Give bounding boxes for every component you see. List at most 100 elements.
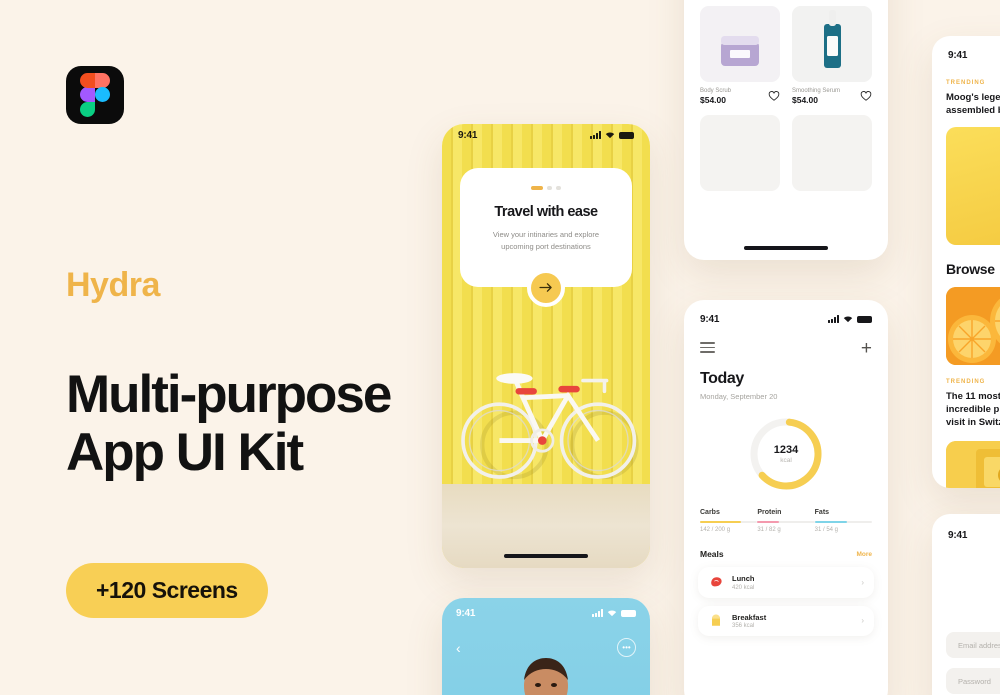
pagination-dot-1[interactable] bbox=[531, 186, 543, 190]
macro-item: Fats 31 / 54 g bbox=[814, 509, 872, 533]
macro-progress bbox=[757, 521, 780, 523]
onboarding-subtitle-line-2: upcoming port destinations bbox=[501, 241, 591, 251]
onboarding-title: Travel with ease bbox=[494, 203, 598, 220]
status-time: 9:41 bbox=[948, 529, 968, 541]
status-bar: 9:41 bbox=[442, 124, 650, 146]
macro-item: Carbs 142 / 200 g bbox=[700, 509, 758, 533]
orange-slices-image[interactable] bbox=[946, 287, 1000, 365]
hamburger-icon[interactable] bbox=[700, 342, 715, 356]
login-phone: 9:41 Email address Password bbox=[932, 514, 1000, 695]
product-name: Smoothing Serum bbox=[792, 87, 841, 94]
onboarding-card: Travel with ease View your intinaries an… bbox=[460, 168, 632, 307]
page-title: Today bbox=[700, 370, 744, 387]
product-card[interactable]: Body Scrub $54.00 bbox=[700, 5, 780, 105]
article-2-headline-line-2: incredible plac bbox=[946, 404, 1000, 415]
figma-logo-icon bbox=[66, 66, 124, 124]
page-title: Multi-purpose App UI Kit bbox=[66, 366, 496, 482]
article-2-headline-line-3: visit in Switzerl bbox=[946, 417, 1000, 428]
meal-name: Breakfast bbox=[732, 612, 767, 622]
yellow-door-image[interactable] bbox=[946, 441, 1000, 488]
article-headline-line-2: assembled by h bbox=[946, 105, 1000, 116]
status-bar: 9:41 bbox=[684, 308, 888, 330]
trending-articles-phone: 9:41 TRENDING Moog's legenda assembled b… bbox=[932, 36, 1000, 488]
macro-progress bbox=[814, 521, 848, 523]
article-headline-line-1: Moog's legenda bbox=[946, 92, 1000, 103]
meal-calories: 420 kcal bbox=[732, 584, 755, 591]
battery-icon bbox=[619, 131, 634, 139]
macro-value: 31 / 54 g bbox=[814, 527, 839, 533]
travel-onboarding-phone: 9:41 Travel with ease View your intinari… bbox=[442, 124, 650, 568]
product-image bbox=[700, 5, 780, 82]
product-price: $54.00 bbox=[700, 95, 726, 105]
brand-name: Hydra bbox=[66, 266, 160, 304]
meal-name: Lunch bbox=[732, 574, 755, 583]
current-date: Monday, September 20 bbox=[700, 392, 778, 401]
signal-icon bbox=[828, 315, 839, 323]
promo-panel: Hydra Multi-purpose App UI Kit +120 Scre… bbox=[66, 66, 486, 618]
product-card[interactable]: Smoothing Serum $54.00 bbox=[792, 5, 872, 105]
heart-icon[interactable] bbox=[768, 90, 780, 102]
chevron-right-icon: › bbox=[861, 577, 864, 587]
status-bar: 9:41 bbox=[932, 44, 1000, 66]
fashion-detail-phone: 9:41 ‹ ••• bbox=[442, 598, 650, 695]
meal-list-item[interactable]: Breakfast 356 kcal › bbox=[698, 605, 874, 636]
trending-eyebrow: TRENDING bbox=[946, 80, 986, 86]
pagination-dot-3[interactable] bbox=[556, 186, 561, 190]
arrow-right-icon bbox=[538, 283, 552, 292]
macro-label: Fats bbox=[814, 509, 830, 516]
macro-label: Protein bbox=[757, 509, 782, 516]
screens-count-badge: +120 Screens bbox=[66, 563, 268, 618]
status-time: 9:41 bbox=[456, 607, 476, 619]
status-time: 9:41 bbox=[700, 313, 720, 325]
calorie-progress-ring: 1234 kcal bbox=[747, 415, 825, 493]
macro-progress bbox=[700, 521, 741, 523]
wifi-icon bbox=[607, 610, 617, 617]
home-indicator bbox=[744, 246, 828, 250]
onboarding-subtitle-line-1: View your intinaries and explore bbox=[492, 229, 600, 239]
nutrition-dashboard-phone: 9:41 + Today Monday, September 20 1234 k… bbox=[684, 300, 888, 695]
status-bar: 9:41 bbox=[442, 598, 650, 620]
email-field[interactable]: Email address bbox=[946, 632, 1000, 658]
pagination-dot-2[interactable] bbox=[547, 186, 552, 190]
bread-icon bbox=[712, 614, 720, 626]
meals-more-link[interactable]: More bbox=[856, 551, 872, 558]
password-field[interactable]: Password bbox=[946, 668, 1000, 694]
ellipsis-icon[interactable]: ••• bbox=[617, 638, 636, 657]
macro-item: Protein 31 / 82 g bbox=[757, 509, 815, 533]
heart-icon[interactable] bbox=[860, 90, 872, 102]
product-grid: Smoothing Serum $54.00 Smoothing bbox=[684, 0, 888, 191]
meals-heading: Meals bbox=[700, 549, 724, 559]
next-button[interactable] bbox=[527, 268, 565, 307]
battery-icon bbox=[857, 315, 872, 323]
product-image bbox=[792, 5, 872, 82]
meat-icon bbox=[711, 577, 722, 587]
status-time: 9:41 bbox=[458, 129, 478, 141]
password-placeholder: Password bbox=[958, 676, 991, 686]
plus-icon[interactable]: + bbox=[861, 339, 872, 358]
macro-label: Carbs bbox=[700, 509, 720, 516]
chevron-left-icon[interactable]: ‹ bbox=[456, 640, 461, 656]
shop-product-grid-phone: Smoothing Serum $54.00 Smoothing bbox=[684, 0, 888, 260]
trending-eyebrow: TRENDING bbox=[946, 379, 986, 385]
product-image bbox=[792, 115, 872, 191]
browse-heading: Browse bbox=[946, 261, 995, 277]
article-2-headline-line-1: The 11 most bbox=[946, 391, 1000, 402]
meal-list-item[interactable]: Lunch 420 kcal › bbox=[698, 567, 874, 598]
battery-icon bbox=[621, 609, 636, 617]
pagination-dots[interactable] bbox=[476, 186, 616, 190]
macro-value: 31 / 82 g bbox=[757, 527, 781, 533]
signal-icon bbox=[592, 609, 603, 617]
macros-row: Carbs 142 / 200 g Protein 31 / 82 g Fats… bbox=[684, 493, 888, 533]
meal-calories: 356 kcal bbox=[732, 623, 755, 629]
calories-value: 1234 bbox=[773, 444, 799, 456]
headline-line-2: App UI Kit bbox=[66, 423, 304, 482]
home-indicator bbox=[504, 554, 588, 558]
macro-value: 142 / 200 g bbox=[700, 527, 731, 533]
calories-unit: kcal bbox=[780, 457, 792, 464]
article-hero-image[interactable] bbox=[946, 127, 1000, 245]
status-bar: 9:41 bbox=[932, 524, 1000, 546]
signal-icon bbox=[590, 131, 601, 139]
product-name: Body Scrub bbox=[700, 87, 732, 94]
bicycle-photo bbox=[461, 373, 639, 480]
wifi-icon bbox=[843, 316, 853, 323]
